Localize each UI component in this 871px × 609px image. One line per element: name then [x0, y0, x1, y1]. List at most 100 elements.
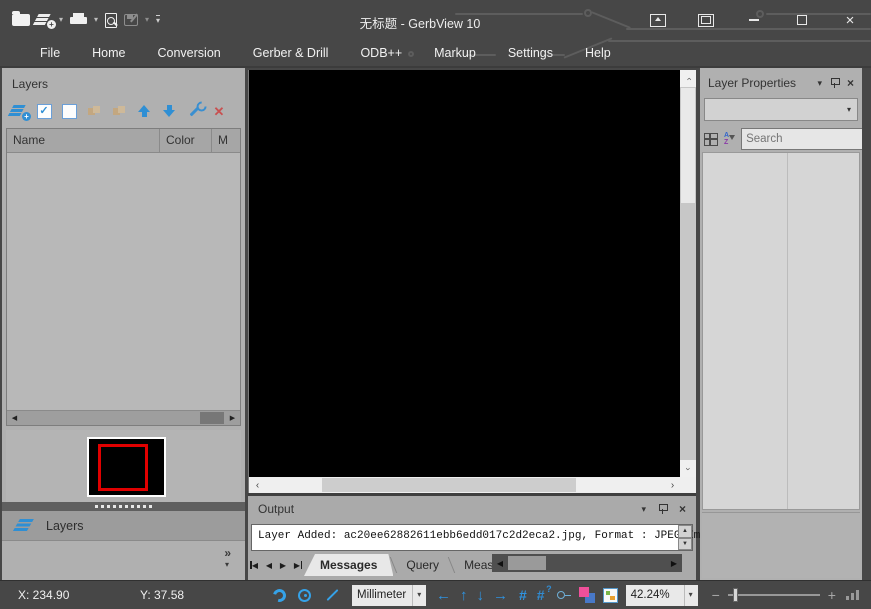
layer-thumbnail[interactable] — [87, 437, 166, 497]
scroll-up-button[interactable]: › — [680, 70, 696, 87]
color-scheme-icon[interactable] — [579, 587, 595, 603]
message-vscrollbar[interactable]: ▲ ▼ — [678, 525, 692, 550]
minimize-button[interactable] — [741, 10, 767, 30]
column-m[interactable]: M — [212, 129, 240, 152]
add-layer-dropdown[interactable]: ▾ — [59, 16, 63, 24]
show-all-layers-checkbox[interactable]: ✓ — [33, 100, 55, 122]
layer-settings-button[interactable] — [183, 100, 205, 122]
ui-style-icon — [698, 14, 714, 27]
next-tab-button[interactable]: ▶ — [276, 556, 290, 574]
titlebar[interactable]: + ▾ ▾ ▾ ▾ 无标题 - GerbView 10 × — [0, 0, 871, 40]
property-grid-divider[interactable] — [787, 153, 788, 509]
measure-line-icon[interactable] — [326, 589, 338, 601]
tab-help[interactable]: Help — [569, 41, 627, 65]
pin-icon[interactable] — [831, 78, 838, 89]
tab-file[interactable]: File — [24, 41, 76, 65]
close-icon[interactable]: × — [847, 77, 854, 89]
column-color[interactable]: Color — [160, 129, 212, 152]
zoom-in-button[interactable]: + — [828, 587, 836, 603]
close-button[interactable]: × — [837, 10, 863, 30]
tab-odbpp[interactable]: ODB++ — [344, 41, 418, 65]
grid-toggle-icon[interactable]: # — [519, 588, 527, 602]
scroll-down-button[interactable]: › — [680, 460, 696, 477]
pan-right-icon[interactable]: → — [493, 588, 508, 603]
prev-tab-button[interactable]: ◀ — [262, 556, 276, 574]
move-layer-up-button[interactable] — [133, 100, 155, 122]
window-position-dropdown[interactable]: ▾ — [817, 79, 822, 88]
tab-messages[interactable]: Messages — [304, 554, 393, 576]
ui-style-button[interactable] — [693, 10, 719, 30]
search-input[interactable] — [746, 133, 871, 145]
scroll-right-button[interactable]: › — [664, 477, 681, 493]
collapse-ribbon-button[interactable] — [645, 10, 671, 30]
layer-list-hscrollbar[interactable]: ◀ ▶ — [7, 410, 240, 425]
column-name[interactable]: Name — [7, 129, 160, 152]
categorized-view-button[interactable] — [704, 128, 718, 150]
canvas-hscrollbar[interactable]: ‹ › — [249, 477, 681, 493]
zoom-slider-track[interactable] — [728, 594, 820, 596]
move-layer-down-button[interactable] — [158, 100, 180, 122]
close-icon[interactable]: × — [679, 503, 686, 515]
layers-dock-tab[interactable]: Layers — [2, 511, 245, 541]
delete-layer-button[interactable]: ✕ — [208, 100, 230, 122]
panel-splitter[interactable] — [2, 502, 245, 511]
scrollbar-track[interactable] — [22, 411, 225, 425]
tab-gerber-drill[interactable]: Gerber & Drill — [237, 41, 345, 65]
snap-center-icon[interactable] — [298, 589, 311, 602]
maximize-button[interactable] — [789, 10, 815, 30]
export-dropdown-disabled: ▾ — [145, 16, 149, 24]
tab-markup[interactable]: Markup — [418, 41, 492, 65]
layer-list-body[interactable] — [7, 153, 240, 410]
save-export-icon — [124, 14, 138, 26]
pin-icon[interactable] — [659, 504, 666, 515]
first-tab-button[interactable]: ◀ — [248, 556, 262, 574]
resize-grip[interactable] — [846, 590, 859, 600]
output-tabs-hscrollbar[interactable]: ◀ ▶ — [492, 554, 682, 572]
scroll-left-icon[interactable]: ◀ — [7, 411, 22, 426]
grid-settings-icon[interactable]: #? — [537, 588, 545, 602]
customize-toolbar-button[interactable]: ▾ — [156, 15, 160, 25]
gerber-canvas[interactable] — [249, 70, 681, 477]
print-button[interactable] — [70, 7, 87, 33]
unit-combobox[interactable]: Millimeter ▾ — [352, 585, 426, 606]
scroll-up-icon[interactable]: ▲ — [678, 525, 692, 538]
scrollbar-thumb[interactable] — [681, 88, 695, 203]
last-tab-button[interactable]: ▶ — [290, 556, 304, 574]
print-preview-button[interactable] — [105, 7, 117, 33]
zoom-slider-handle[interactable] — [733, 588, 738, 602]
zoom-combobox[interactable]: 42.24% ▾ — [626, 585, 698, 606]
pan-left-icon[interactable]: ← — [436, 588, 451, 603]
pan-down-icon[interactable]: ↓ — [477, 588, 485, 603]
property-grid[interactable] — [702, 152, 860, 510]
scroll-down-icon[interactable]: ▼ — [678, 538, 692, 551]
tab-query[interactable]: Query — [394, 555, 451, 575]
zoom-out-button[interactable]: − — [712, 587, 720, 603]
tab-conversion[interactable]: Conversion — [142, 41, 237, 65]
scrollbar-thumb[interactable] — [322, 478, 576, 492]
layer-selector-combobox[interactable]: ▾ — [704, 98, 858, 121]
image-export-icon[interactable] — [603, 588, 618, 603]
alphabetical-sort-button[interactable]: AZ — [724, 128, 735, 150]
tab-home[interactable]: Home — [76, 41, 141, 65]
add-layer-button[interactable]: + — [37, 7, 52, 33]
scroll-right-icon[interactable]: ▶ — [666, 554, 682, 572]
overflow-chevron-button[interactable]: » — [224, 546, 231, 560]
tab-settings[interactable]: Settings — [492, 41, 569, 65]
scroll-left-button[interactable]: ‹ — [249, 477, 266, 493]
scroll-left-icon[interactable]: ◀ — [492, 554, 508, 572]
canvas-vscrollbar[interactable]: › › — [680, 70, 696, 477]
window-position-dropdown[interactable]: ▾ — [641, 505, 646, 514]
print-dropdown[interactable]: ▾ — [94, 16, 98, 24]
open-file-button[interactable] — [12, 7, 30, 33]
pan-up-icon[interactable]: ↑ — [460, 588, 468, 603]
scroll-right-icon[interactable]: ▶ — [225, 411, 240, 426]
hide-all-layers-checkbox[interactable] — [58, 100, 80, 122]
output-caption-buttons: ▾ × — [641, 503, 686, 515]
add-layers-button[interactable]: + — [8, 100, 30, 122]
overflow-dropdown-icon[interactable]: ▾ — [225, 560, 229, 569]
snap-magnet-icon[interactable] — [271, 586, 289, 604]
origin-icon[interactable] — [557, 591, 565, 599]
properties-caption-buttons: ▾ × — [817, 77, 854, 89]
scrollbar-thumb[interactable] — [508, 556, 546, 570]
scrollbar-thumb[interactable] — [200, 412, 224, 424]
